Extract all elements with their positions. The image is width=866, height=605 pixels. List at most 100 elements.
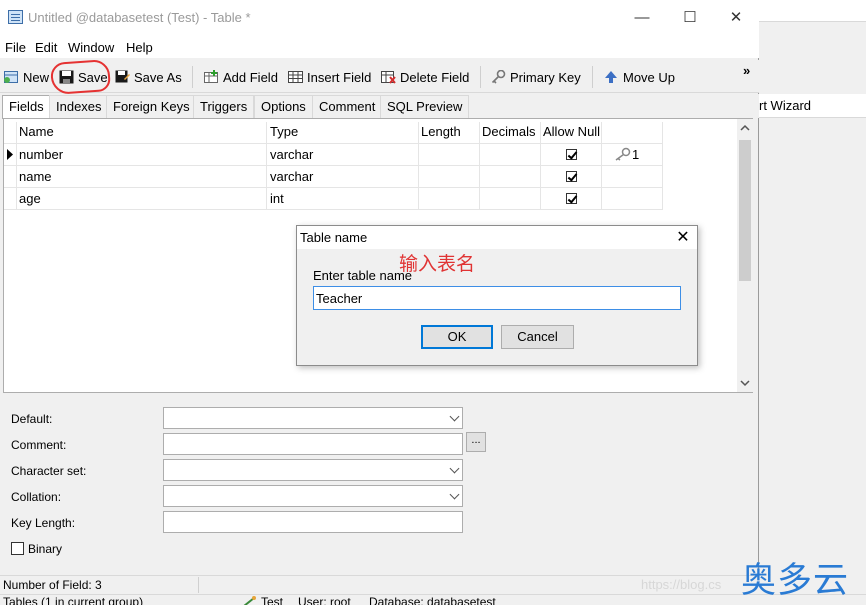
toolbar-separator (592, 66, 593, 88)
field-name-cell[interactable]: age (16, 188, 44, 209)
column-header-decimals[interactable]: Decimals (479, 122, 538, 143)
tab-sql-preview[interactable]: SQL Preview (380, 95, 470, 118)
maximize-button[interactable]: ☐ (678, 6, 702, 30)
ok-button[interactable]: OK (421, 325, 493, 349)
new-label: New (23, 69, 50, 85)
field-count: Number of Field: 3 (3, 578, 102, 592)
table-name-input[interactable] (313, 286, 681, 310)
save-as-label: Save As (134, 69, 182, 85)
chevron-down-icon (449, 411, 460, 422)
field-type-cell[interactable]: int (267, 188, 287, 209)
binary-checkbox[interactable] (11, 542, 24, 555)
add-field-button[interactable]: Add Field (204, 68, 278, 86)
character-set-select[interactable] (163, 459, 463, 481)
grid-line (4, 209, 662, 210)
dialog-close-icon[interactable]: ✕ (674, 229, 692, 247)
menu-window[interactable]: Window (68, 40, 114, 55)
primary-key-order: 1 (632, 147, 640, 162)
toolbar-separator (192, 66, 193, 88)
new-button[interactable]: New (4, 68, 52, 86)
main-status-bar: Tables (1 in current group) Test User: r… (0, 594, 866, 605)
insert-field-button[interactable]: Insert Field (288, 68, 371, 86)
grid-line (662, 122, 663, 210)
move-up-button[interactable]: Move Up (604, 68, 675, 86)
add-field-icon (204, 70, 218, 83)
database-status: Database: databasetest (369, 595, 496, 605)
table-row[interactable] (4, 188, 662, 209)
field-type-cell[interactable]: varchar (267, 144, 316, 165)
table-icon (8, 10, 23, 24)
cancel-button[interactable]: Cancel (501, 325, 574, 349)
save-as-icon (115, 70, 130, 83)
field-decimals-cell[interactable] (479, 166, 485, 187)
comment-label: Comment: (11, 438, 67, 452)
key-length-input[interactable] (163, 511, 463, 533)
tab-comment[interactable]: Comment (312, 95, 383, 118)
column-header-length[interactable]: Length (418, 122, 464, 143)
field-name-cell[interactable]: number (16, 144, 66, 165)
collation-select[interactable] (163, 485, 463, 507)
field-decimals-cell[interactable] (479, 188, 485, 209)
tab-triggers[interactable]: Triggers (193, 95, 255, 118)
column-header-allow-null[interactable]: Allow Null (540, 122, 603, 143)
background-titlebar (759, 0, 866, 22)
field-length-cell[interactable] (418, 144, 424, 165)
toolbar-separator (480, 66, 481, 88)
allow-null-checkbox[interactable] (566, 193, 577, 204)
primary-key-label: Primary Key (510, 69, 581, 85)
background-window: rt Wizard (759, 0, 866, 605)
scroll-up-icon[interactable] (740, 124, 750, 132)
binary-label: Binary (28, 542, 63, 556)
watermark-url: https://blog.cs (641, 577, 722, 592)
insert-field-icon (288, 71, 303, 83)
field-length-cell[interactable] (418, 166, 424, 187)
delete-field-icon (381, 71, 396, 84)
tab-options[interactable]: Options (254, 95, 313, 118)
menu-file[interactable]: File (5, 40, 26, 55)
minimize-button[interactable]: — (630, 6, 654, 30)
character-set-label: Character set: (11, 464, 87, 478)
comment-edit-button[interactable]: ... (466, 432, 486, 452)
dialog-title: Table name (300, 230, 368, 245)
key-icon (491, 70, 506, 84)
menu-edit[interactable]: Edit (35, 40, 57, 55)
field-decimals-cell[interactable] (479, 144, 485, 165)
background-tool-label[interactable]: rt Wizard (759, 98, 811, 113)
scrollbar-thumb[interactable] (739, 140, 751, 281)
key-length-label: Key Length: (11, 516, 76, 530)
insert-field-label: Insert Field (307, 69, 372, 85)
scroll-down-icon[interactable] (740, 379, 750, 387)
field-type-cell[interactable]: varchar (267, 166, 316, 187)
move-up-label: Move Up (623, 69, 676, 85)
table-name-label: Enter table name (313, 268, 413, 283)
table-row[interactable] (4, 144, 662, 165)
user-status: User: root (298, 595, 351, 605)
default-select[interactable] (163, 407, 463, 429)
field-name-cell[interactable]: name (16, 166, 55, 187)
table-row[interactable] (4, 166, 662, 187)
tab-indexes[interactable]: Indexes (49, 95, 109, 118)
new-table-icon (4, 71, 18, 83)
menu-help[interactable]: Help (126, 40, 153, 55)
close-button[interactable]: ✕ (724, 6, 748, 30)
field-length-cell[interactable] (418, 188, 424, 209)
tables-group-status: Tables (1 in current group) (3, 595, 144, 605)
tab-fields[interactable]: Fields (2, 95, 51, 119)
default-label: Default: (11, 412, 53, 426)
comment-input[interactable] (163, 433, 463, 455)
allow-null-checkbox[interactable] (566, 149, 577, 160)
connection-icon (242, 595, 256, 605)
save-as-button[interactable]: Save As (115, 68, 182, 86)
arrow-up-icon (605, 71, 617, 83)
toolbar-overflow-icon[interactable]: » (743, 63, 750, 78)
tab-foreign-keys[interactable]: Foreign Keys (106, 95, 197, 118)
allow-null-checkbox[interactable] (566, 171, 577, 182)
column-header-name[interactable]: Name (16, 122, 57, 143)
window-title: Untitled @databasetest (Test) - Table * (28, 10, 251, 25)
column-header-type[interactable]: Type (267, 122, 301, 143)
connection-status: Test (261, 595, 284, 605)
delete-field-button[interactable]: Delete Field (381, 68, 469, 86)
background-toolbar: rt Wizard (759, 94, 866, 118)
primary-key-button[interactable]: Primary Key (491, 68, 581, 86)
add-field-label: Add Field (223, 69, 278, 85)
